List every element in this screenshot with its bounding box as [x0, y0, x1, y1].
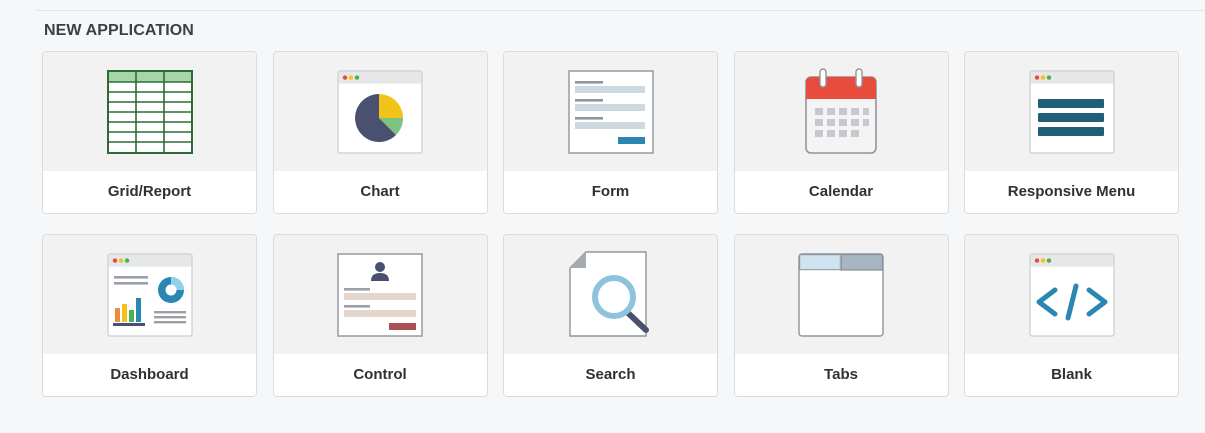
- app-type-card-chart[interactable]: Chart: [272, 51, 488, 214]
- app-type-card-responsive-menu[interactable]: Responsive Menu: [964, 51, 1179, 214]
- card-label: Search: [504, 354, 717, 396]
- card-label: Chart: [273, 171, 487, 213]
- card-label: Control: [273, 354, 487, 396]
- card-art: [504, 52, 717, 171]
- card-label: Tabs: [734, 354, 948, 396]
- app-type-card-grid-report[interactable]: Grid/Report: [42, 51, 257, 214]
- search-icon: [568, 250, 649, 337]
- section-title: NEW APPLICATION: [44, 22, 194, 39]
- card-art: [43, 235, 256, 354]
- tabs-icon: [798, 252, 884, 337]
- grid-report-icon: [106, 69, 193, 154]
- card-label: Responsive Menu: [965, 171, 1178, 213]
- app-type-card-tabs[interactable]: Tabs: [733, 234, 949, 397]
- dashboard-icon: [106, 252, 193, 337]
- app-type-card-control[interactable]: Control: [272, 234, 488, 397]
- card-art: [965, 235, 1178, 354]
- card-art: [273, 235, 487, 354]
- blank-code-icon: [1028, 252, 1115, 337]
- top-divider: [36, 10, 1205, 11]
- card-art: [734, 52, 948, 171]
- control-icon: [337, 252, 423, 337]
- card-art: [965, 52, 1178, 171]
- card-label: Dashboard: [43, 354, 256, 396]
- calendar-icon: [805, 67, 877, 154]
- app-type-card-search[interactable]: Search: [503, 234, 718, 397]
- app-type-card-form[interactable]: Form: [503, 51, 718, 214]
- responsive-menu-icon: [1028, 69, 1115, 154]
- application-type-grid: Grid/Report Chart Form Calendar Responsi…: [42, 51, 1179, 397]
- card-art: [734, 235, 948, 354]
- app-type-card-calendar[interactable]: Calendar: [733, 51, 949, 214]
- card-label: Grid/Report: [43, 171, 256, 213]
- card-art: [273, 52, 487, 171]
- card-label: Calendar: [734, 171, 948, 213]
- card-label: Form: [504, 171, 717, 213]
- card-label: Blank: [965, 354, 1178, 396]
- card-art: [504, 235, 717, 354]
- card-art: [43, 52, 256, 171]
- chart-icon: [337, 69, 423, 154]
- form-icon: [567, 69, 654, 154]
- app-type-card-dashboard[interactable]: Dashboard: [42, 234, 257, 397]
- app-type-card-blank[interactable]: Blank: [964, 234, 1179, 397]
